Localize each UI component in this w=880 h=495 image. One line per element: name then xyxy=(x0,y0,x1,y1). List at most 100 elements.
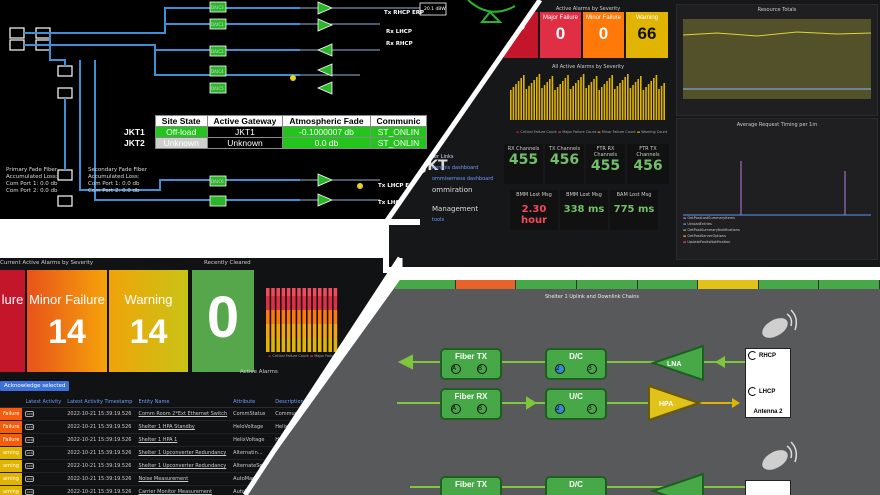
ack-icon[interactable]: ACK xyxy=(25,476,35,482)
col-timestamp[interactable]: Latest Activity Timestamp xyxy=(64,397,136,408)
side-link[interactable]: nonmis dashboard xyxy=(432,163,493,174)
ack-icon[interactable]: ACK xyxy=(25,450,35,456)
severity-cell: Failure xyxy=(0,420,23,434)
history-bar xyxy=(333,288,338,296)
history-bar xyxy=(281,310,286,324)
alarm-bar xyxy=(530,83,533,120)
history-bar xyxy=(292,296,296,310)
history-bar xyxy=(297,324,301,338)
rhcp-port: RHCP xyxy=(746,349,790,363)
col-attribute[interactable]: Attribute xyxy=(230,397,273,408)
history-bar xyxy=(328,324,332,338)
history-bar xyxy=(312,288,317,296)
ack-cell[interactable]: ACK xyxy=(22,420,65,434)
request-timing-title: Average Request Timing per 1m xyxy=(736,122,818,128)
severity-cell: arning xyxy=(0,472,23,486)
side-link[interactable]: tools xyxy=(432,215,493,226)
link-latency-stat: BMM Lost Msg 338 ms xyxy=(560,190,608,230)
col-latest-activity[interactable]: Latest Activity xyxy=(22,397,65,408)
major-failure-stat: Major Failure 0 xyxy=(540,12,581,58)
converter-label: D/UC6 xyxy=(211,179,224,184)
lna-amplifier-2[interactable] xyxy=(649,470,709,495)
history-bar xyxy=(292,310,296,324)
ack-icon[interactable]: ACK xyxy=(25,437,35,443)
alarm-bar xyxy=(551,76,554,120)
history-bar xyxy=(276,296,280,310)
history-legend: ▬ Critical Failure Count ▬ Major Failure… xyxy=(268,354,349,358)
alarm-bar xyxy=(611,75,613,120)
ack-cell[interactable]: ACK xyxy=(22,446,65,460)
ack-icon[interactable]: ACK xyxy=(25,463,35,469)
rx-lhcp-label: Rx LHCP xyxy=(386,29,412,35)
converter-label: D/UC2 xyxy=(211,49,224,54)
history-bar xyxy=(266,338,270,352)
fiber-rx-block[interactable]: Fiber RX xyxy=(440,388,502,420)
alarm-bar xyxy=(606,81,608,120)
critical-tile[interactable]: lure xyxy=(0,270,25,372)
table-row: JKT1 Off-load JKT1 -0.1000007 db ST_ONLI… xyxy=(118,126,428,138)
side-link[interactable]: ter Links xyxy=(432,152,493,163)
alarm-bar xyxy=(590,82,593,120)
fiber-tx-block[interactable]: Fiber TX xyxy=(440,348,502,380)
minor-failure-tile[interactable]: Minor Failure 14 xyxy=(27,270,107,372)
dc-block[interactable]: D/C xyxy=(545,348,607,380)
alarm-bar xyxy=(653,78,655,120)
severity-cell: Failure xyxy=(0,407,23,421)
ack-icon[interactable]: ACK xyxy=(25,411,35,417)
lna-amplifier[interactable]: LNA xyxy=(649,342,709,384)
fiber-tx-block-2[interactable]: Fiber TX xyxy=(440,476,502,495)
ack-cell[interactable]: ACK xyxy=(22,407,65,421)
alarm-bar xyxy=(650,81,652,120)
dc-block-2[interactable]: D/C xyxy=(545,476,607,495)
ack-icon[interactable]: ACK xyxy=(25,489,35,495)
link-latency-stat: BAM Lost Msg 775 ms xyxy=(610,190,658,230)
severity-cell: arning xyxy=(0,485,23,495)
table-row: JKT2 Unknown Unknown 0.0 db ST_ONLIN xyxy=(118,137,428,149)
history-bar xyxy=(292,338,296,352)
ack-cell[interactable]: ACK xyxy=(22,433,65,447)
ack-cell[interactable]: ACK xyxy=(22,485,65,495)
history-bar xyxy=(307,296,312,310)
alarm-bar xyxy=(634,82,637,120)
port-b: B xyxy=(477,364,487,374)
alarm-bar xyxy=(629,88,632,120)
alarm-bar xyxy=(567,75,569,120)
side-link[interactable]: ommiserness dashboard xyxy=(432,174,493,185)
ack-icon[interactable]: ACK xyxy=(25,424,35,430)
side-link[interactable]: Management xyxy=(432,204,493,215)
side-link[interactable]: ommiration xyxy=(432,185,493,196)
col-site-state: Site State xyxy=(154,115,208,127)
history-bar xyxy=(307,310,312,324)
site-status-table: Site State Active Gateway Atmospheric Fa… xyxy=(118,115,428,149)
uc-block[interactable]: U/C xyxy=(545,388,607,420)
ack-cell[interactable]: ACK xyxy=(22,459,65,473)
timestamp-cell: 2022-10-21 15:39:19.526 xyxy=(64,485,136,495)
attribute-cell: HeloVoltage xyxy=(230,420,273,434)
recently-cleared-tile[interactable]: 0 xyxy=(192,270,254,372)
alarm-bar xyxy=(595,76,598,120)
alarm-bar xyxy=(554,90,556,120)
entity-cell: Shelter 1 Upconverter Redundancy xyxy=(135,446,231,460)
history-bar xyxy=(281,338,286,352)
alarm-bar xyxy=(559,84,561,120)
warning-tile[interactable]: Warning 14 xyxy=(109,270,188,372)
hpa-amplifier[interactable]: HPA xyxy=(645,382,705,428)
antenna-2[interactable]: RHCP LHCP Antenna 2 xyxy=(745,348,791,418)
history-bar xyxy=(323,338,327,352)
history-bar xyxy=(281,324,286,338)
antenna-1[interactable] xyxy=(745,480,791,495)
alarm-bar xyxy=(510,90,512,120)
ack-cell[interactable]: ACK xyxy=(22,472,65,486)
atmospheric-fade: -0.1000007 db xyxy=(282,126,371,138)
alarm-bar xyxy=(572,86,574,120)
history-bar xyxy=(281,288,286,296)
history-bar xyxy=(266,296,270,310)
timestamp-cell: 2022-10-21 15:39:19.526 xyxy=(64,472,136,486)
alarm-bar xyxy=(562,81,564,120)
col-entity-name[interactable]: Entity Name xyxy=(135,397,231,408)
history-bar xyxy=(297,338,301,352)
entity-cell: Comm Room 2*Ext Ethernet Switch xyxy=(135,407,231,421)
power-top-readout: 20.1 dBW xyxy=(424,7,446,12)
acknowledge-selected-button[interactable]: Acknowledge selected xyxy=(0,381,70,391)
alarm-bar xyxy=(663,83,665,120)
